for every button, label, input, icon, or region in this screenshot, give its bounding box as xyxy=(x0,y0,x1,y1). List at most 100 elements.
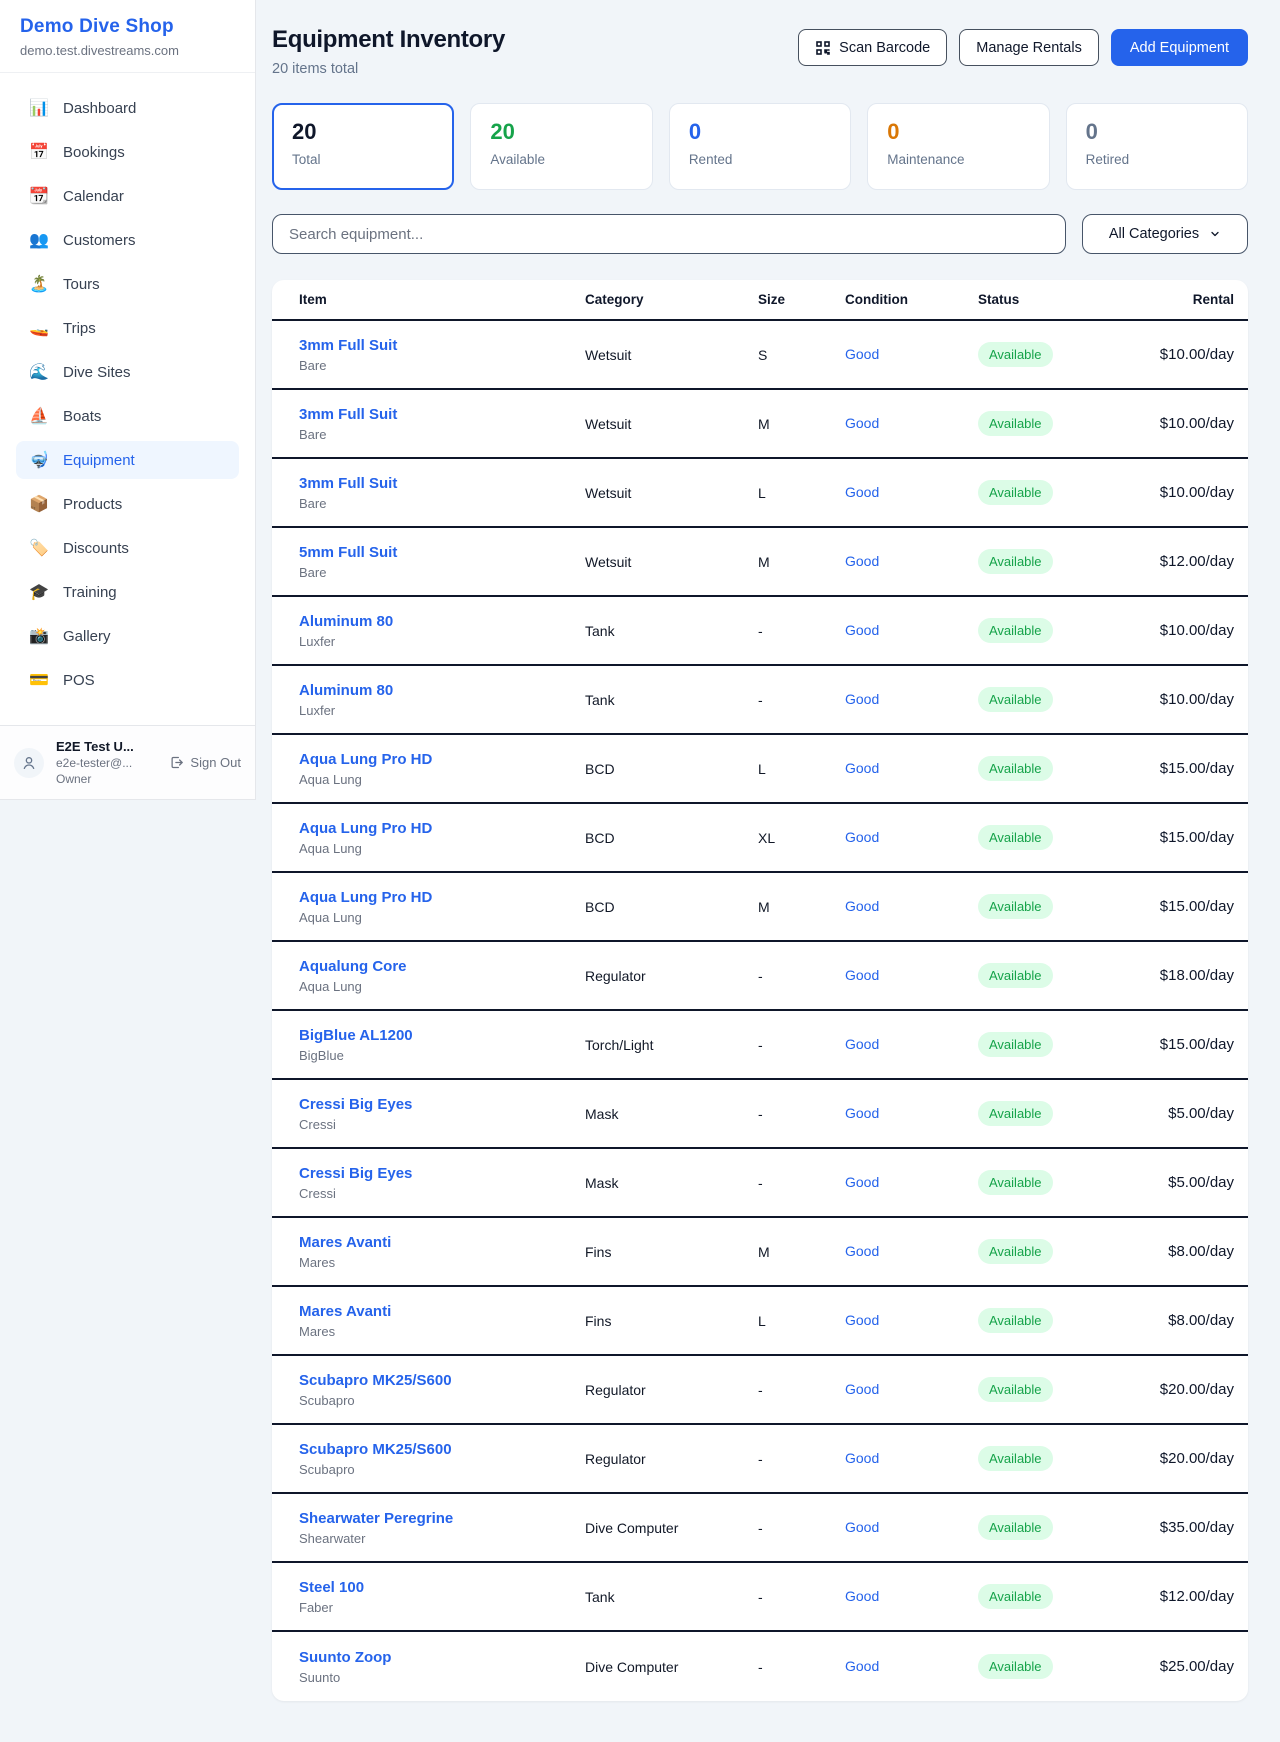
item-name-link[interactable]: Mares Avanti xyxy=(299,1234,585,1251)
item-name-link[interactable]: BigBlue AL1200 xyxy=(299,1027,585,1044)
status-badge: Available xyxy=(978,618,1053,643)
item-name-link[interactable]: Shearwater Peregrine xyxy=(299,1510,585,1527)
item-name-link[interactable]: Aluminum 80 xyxy=(299,682,585,699)
item-brand: Shearwater xyxy=(299,1531,585,1546)
sidebar: Demo Dive Shop demo.test.divestreams.com… xyxy=(0,0,256,800)
item-name-link[interactable]: Cressi Big Eyes xyxy=(299,1096,585,1113)
sidebar-item-training[interactable]: 🎓Training xyxy=(16,573,239,611)
manage-rentals-button[interactable]: Manage Rentals xyxy=(959,29,1099,66)
condition-link[interactable]: Good xyxy=(845,1450,879,1466)
condition-cell: Good xyxy=(845,1312,978,1330)
condition-cell: Good xyxy=(845,1519,978,1537)
stat-card-available[interactable]: 20Available xyxy=(470,103,652,190)
add-equipment-button[interactable]: Add Equipment xyxy=(1111,29,1248,66)
condition-link[interactable]: Good xyxy=(845,1174,879,1190)
category-cell: Dive Computer xyxy=(585,1520,758,1536)
category-cell: Mask xyxy=(585,1175,758,1191)
sidebar-item-products[interactable]: 📦Products xyxy=(16,485,239,523)
condition-cell: Good xyxy=(845,346,978,364)
condition-link[interactable]: Good xyxy=(845,1243,879,1259)
condition-link[interactable]: Good xyxy=(845,1312,879,1328)
scan-barcode-button[interactable]: Scan Barcode xyxy=(798,29,947,66)
condition-link[interactable]: Good xyxy=(845,553,879,569)
table-row: Aqua Lung Pro HDAqua LungBCDMGoodAvailab… xyxy=(272,873,1248,942)
sign-out-button[interactable]: Sign Out xyxy=(169,755,241,770)
item-brand: Luxfer xyxy=(299,703,585,718)
condition-link[interactable]: Good xyxy=(845,1519,879,1535)
condition-link[interactable]: Good xyxy=(845,898,879,914)
shop-logo-block: Demo Dive Shop demo.test.divestreams.com xyxy=(0,0,255,73)
condition-link[interactable]: Good xyxy=(845,1381,879,1397)
table-header-row: ItemCategorySizeConditionStatusRental xyxy=(272,280,1248,321)
sidebar-item-customers[interactable]: 👥Customers xyxy=(16,221,239,259)
sidebar-item-bookings[interactable]: 📅Bookings xyxy=(16,133,239,171)
rental-price: $12.00/day xyxy=(1118,553,1234,570)
rental-price: $10.00/day xyxy=(1118,415,1234,432)
condition-link[interactable]: Good xyxy=(845,622,879,638)
sidebar-item-calendar[interactable]: 📆Calendar xyxy=(16,177,239,215)
condition-link[interactable]: Good xyxy=(845,415,879,431)
sidebar-item-trips[interactable]: 🚤Trips xyxy=(16,309,239,347)
category-cell: Wetsuit xyxy=(585,485,758,501)
item-name-link[interactable]: Scubapro MK25/S600 xyxy=(299,1372,585,1389)
item-name-link[interactable]: Suunto Zoop xyxy=(299,1649,585,1666)
condition-link[interactable]: Good xyxy=(845,760,879,776)
condition-link[interactable]: Good xyxy=(845,967,879,983)
condition-link[interactable]: Good xyxy=(845,346,879,362)
item-name-link[interactable]: 3mm Full Suit xyxy=(299,406,585,423)
bookings-icon: 📅 xyxy=(28,142,50,162)
condition-link[interactable]: Good xyxy=(845,484,879,500)
shop-title: Demo Dive Shop xyxy=(20,16,235,38)
sidebar-item-gallery[interactable]: 📸Gallery xyxy=(16,617,239,655)
item-name-link[interactable]: Aqua Lung Pro HD xyxy=(299,751,585,768)
sidebar-item-boats[interactable]: ⛵Boats xyxy=(16,397,239,435)
table-row: Aluminum 80LuxferTank-GoodAvailable$10.0… xyxy=(272,666,1248,735)
discounts-icon: 🏷️ xyxy=(28,538,50,558)
stat-card-retired[interactable]: 0Retired xyxy=(1066,103,1248,190)
item-cell: 3mm Full SuitBare xyxy=(299,406,585,442)
condition-link[interactable]: Good xyxy=(845,1658,879,1674)
item-name-link[interactable]: Cressi Big Eyes xyxy=(299,1165,585,1182)
sidebar-item-dive-sites[interactable]: 🌊Dive Sites xyxy=(16,353,239,391)
item-brand: Mares xyxy=(299,1255,585,1270)
equipment-table: ItemCategorySizeConditionStatusRental 3m… xyxy=(272,280,1248,1701)
sidebar-item-dashboard[interactable]: 📊Dashboard xyxy=(16,89,239,127)
item-name-link[interactable]: 3mm Full Suit xyxy=(299,475,585,492)
sidebar-item-tours[interactable]: 🏝️Tours xyxy=(16,265,239,303)
item-name-link[interactable]: Aluminum 80 xyxy=(299,613,585,630)
item-cell: Scubapro MK25/S600Scubapro xyxy=(299,1372,585,1408)
column-header-condition: Condition xyxy=(845,292,978,307)
condition-link[interactable]: Good xyxy=(845,1036,879,1052)
size-cell: - xyxy=(758,968,845,984)
item-name-link[interactable]: Scubapro MK25/S600 xyxy=(299,1441,585,1458)
item-brand: Mares xyxy=(299,1324,585,1339)
user-icon xyxy=(21,755,37,771)
status-badge: Available xyxy=(978,1032,1053,1057)
condition-link[interactable]: Good xyxy=(845,1588,879,1604)
item-name-link[interactable]: 5mm Full Suit xyxy=(299,544,585,561)
stat-card-total[interactable]: 20Total xyxy=(272,103,454,190)
condition-link[interactable]: Good xyxy=(845,1105,879,1121)
stat-card-maintenance[interactable]: 0Maintenance xyxy=(867,103,1049,190)
sidebar-item-pos[interactable]: 💳POS xyxy=(16,661,239,699)
item-name-link[interactable]: Aqua Lung Pro HD xyxy=(299,820,585,837)
item-name-link[interactable]: Mares Avanti xyxy=(299,1303,585,1320)
item-name-link[interactable]: Steel 100 xyxy=(299,1579,585,1596)
sidebar-item-discounts[interactable]: 🏷️Discounts xyxy=(16,529,239,567)
item-name-link[interactable]: Aqualung Core xyxy=(299,958,585,975)
condition-link[interactable]: Good xyxy=(845,829,879,845)
sidebar-item-equipment[interactable]: 🤿Equipment xyxy=(16,441,239,479)
category-select[interactable]: All Categories xyxy=(1082,214,1248,254)
stat-card-rented[interactable]: 0Rented xyxy=(669,103,851,190)
search-input[interactable] xyxy=(272,214,1066,254)
item-name-link[interactable]: Aqua Lung Pro HD xyxy=(299,889,585,906)
status-cell: Available xyxy=(978,1654,1118,1679)
condition-cell: Good xyxy=(845,622,978,640)
item-cell: 3mm Full SuitBare xyxy=(299,475,585,511)
status-badge: Available xyxy=(978,687,1053,712)
item-name-link[interactable]: 3mm Full Suit xyxy=(299,337,585,354)
condition-link[interactable]: Good xyxy=(845,691,879,707)
user-meta: E2E Test U... e2e-tester@... Owner xyxy=(56,739,157,786)
table-row: Cressi Big EyesCressiMask-GoodAvailable$… xyxy=(272,1080,1248,1149)
table-row: 3mm Full SuitBareWetsuitLGoodAvailable$1… xyxy=(272,459,1248,528)
